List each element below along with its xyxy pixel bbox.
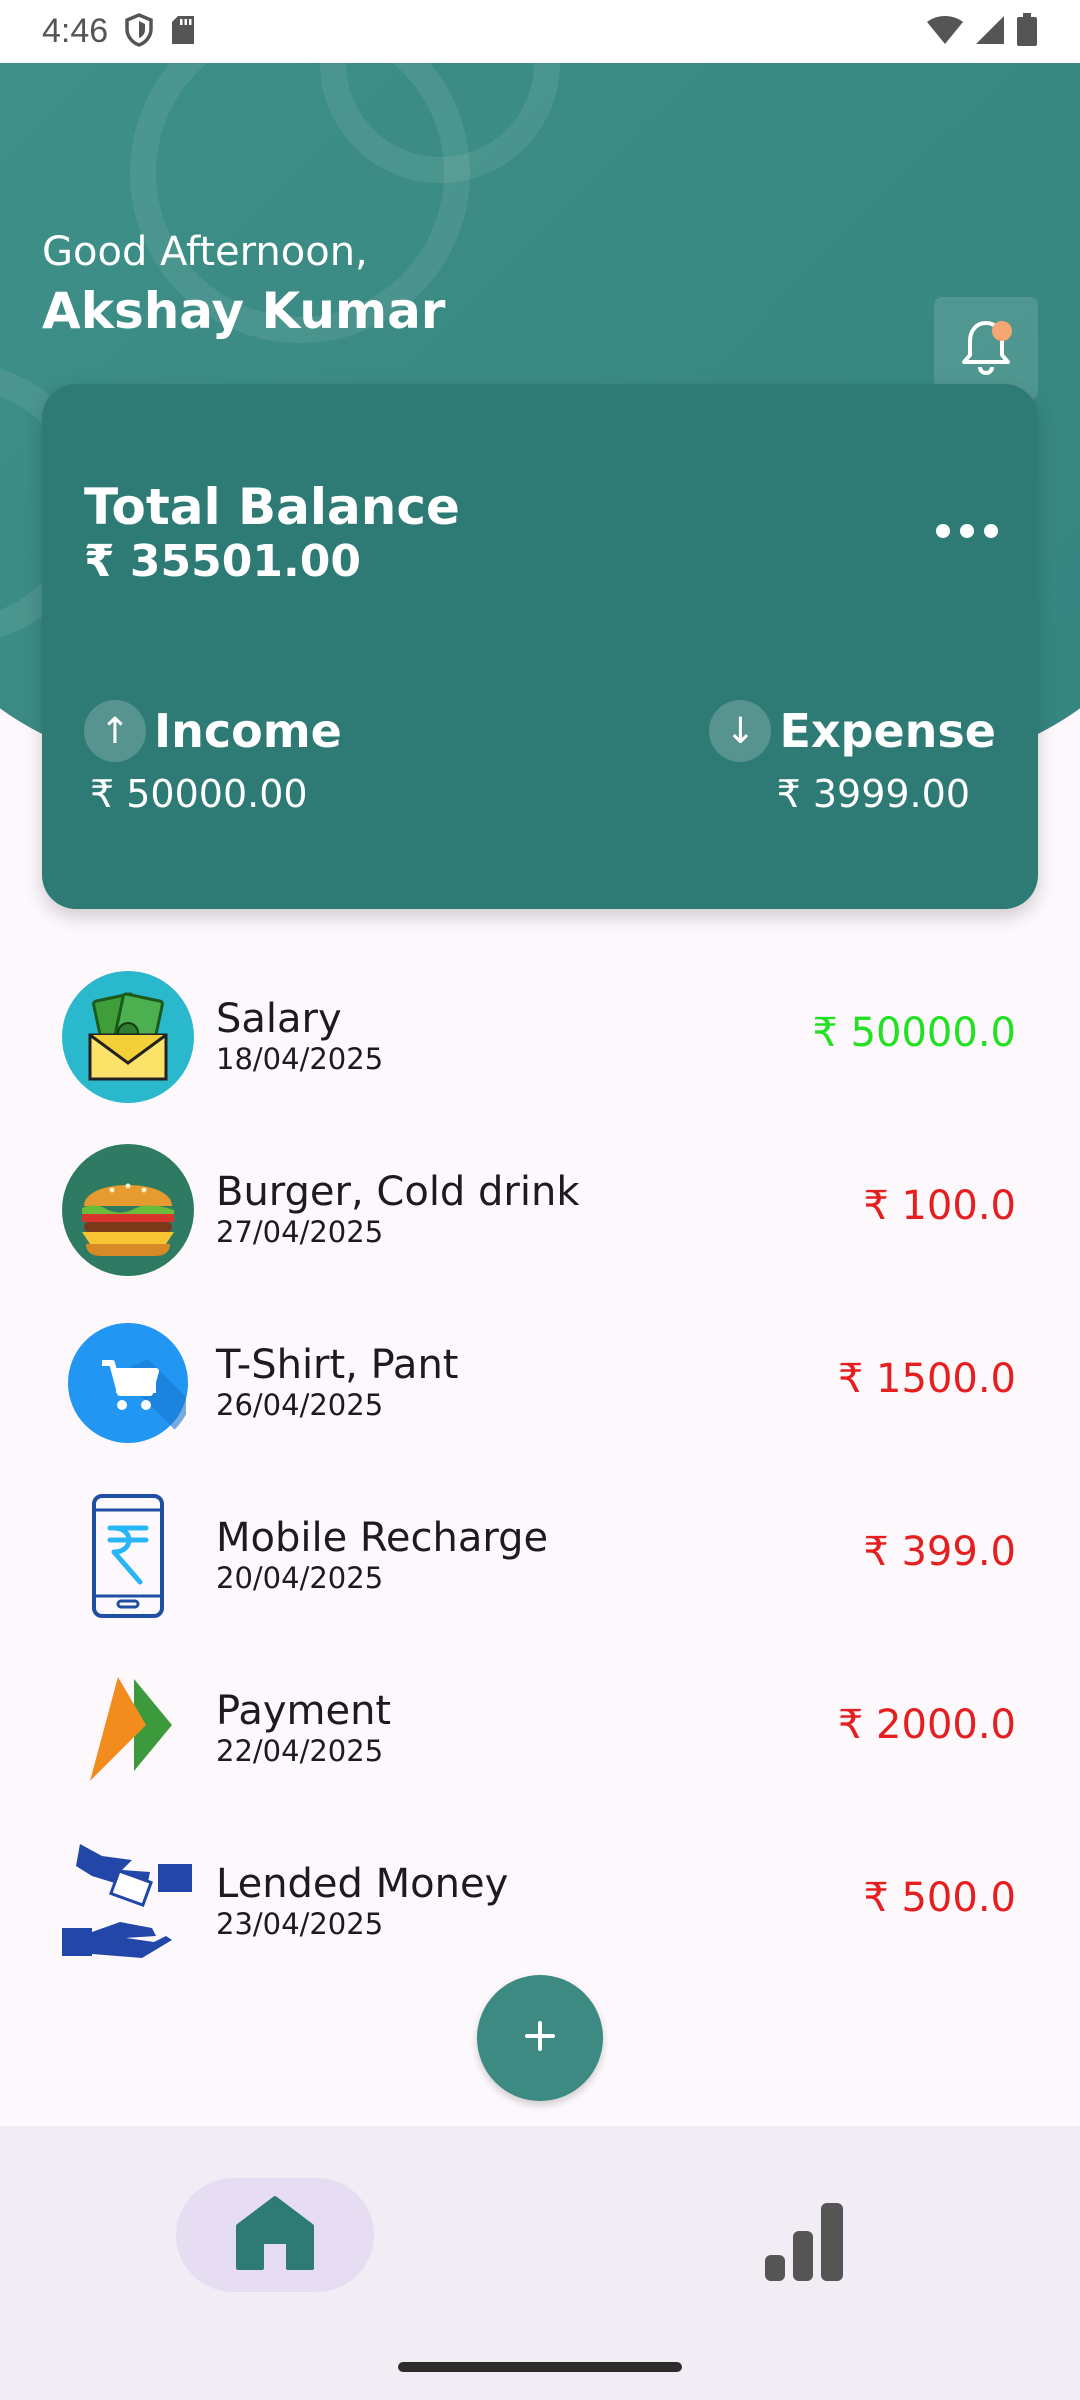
expense-label: Expense — [779, 704, 996, 758]
expense-summary: ↓ Expense ₹ 3999.00 — [709, 700, 996, 816]
arrow-down-icon: ↓ — [709, 700, 772, 762]
signal-icon — [974, 14, 1006, 50]
transaction-item[interactable]: Payment 22/04/2025 ₹ 2000.0 — [0, 1636, 1080, 1809]
greeting-text: Good Afternoon, — [42, 229, 368, 275]
more-dot — [984, 524, 998, 538]
mobile-rupee-icon — [62, 1490, 194, 1622]
total-balance-label: Total Balance — [84, 478, 460, 536]
transaction-item[interactable]: T-Shirt, Pant 26/04/2025 ₹ 1500.0 — [0, 1290, 1080, 1463]
bar-chart-icon — [763, 2201, 845, 2287]
transaction-title: Burger, Cold drink — [216, 1169, 580, 1215]
more-dot — [936, 524, 950, 538]
transaction-title: Salary — [216, 996, 342, 1042]
transaction-amount: ₹ 1500.0 — [837, 1356, 1016, 1402]
expense-header: ↓ Expense — [709, 700, 996, 762]
shopping-cart-icon — [62, 1317, 194, 1449]
gesture-navigation-bar[interactable] — [398, 2362, 682, 2372]
more-dot — [960, 524, 974, 538]
transaction-item[interactable]: Lended Money 23/04/2025 ₹ 500.0 — [0, 1809, 1080, 1982]
transaction-amount: ₹ 500.0 — [863, 1875, 1016, 1921]
status-left: 4:46 — [42, 12, 196, 51]
burger-icon — [62, 1144, 194, 1276]
transaction-amount: ₹ 399.0 — [863, 1529, 1016, 1575]
arrow-up-icon: ↑ — [84, 700, 146, 762]
transaction-amount: ₹ 100.0 — [863, 1183, 1016, 1229]
upi-payment-icon — [62, 1663, 194, 1795]
income-header: ↑ Income — [84, 700, 342, 762]
more-options-button[interactable] — [936, 524, 998, 538]
transaction-date: 27/04/2025 — [216, 1215, 384, 1249]
user-name: Akshay Kumar — [42, 282, 446, 340]
battery-icon — [1016, 12, 1038, 51]
transaction-date: 18/04/2025 — [216, 1042, 384, 1076]
salary-envelope-icon — [62, 971, 194, 1103]
add-transaction-button[interactable] — [477, 1975, 603, 2101]
wifi-icon — [926, 14, 964, 50]
income-amount: ₹ 50000.00 — [90, 772, 308, 816]
home-icon — [234, 2194, 316, 2276]
income-summary: ↑ Income ₹ 50000.00 — [84, 700, 342, 816]
total-balance-amount: ₹ 35501.00 — [84, 536, 361, 587]
balance-card: Total Balance ₹ 35501.00 ↑ Income ₹ 5000… — [42, 384, 1038, 909]
hands-money-icon — [62, 1836, 194, 1968]
transaction-title: T-Shirt, Pant — [216, 1342, 459, 1388]
status-right — [926, 12, 1038, 51]
bottom-navigation — [0, 2126, 1080, 2400]
transaction-item[interactable]: Salary 18/04/2025 ₹ 50000.0 — [0, 944, 1080, 1117]
status-time: 4:46 — [42, 12, 109, 50]
transaction-amount: ₹ 50000.0 — [812, 1010, 1016, 1056]
transaction-item[interactable]: Mobile Recharge 20/04/2025 ₹ 399.0 — [0, 1463, 1080, 1636]
transaction-amount: ₹ 2000.0 — [837, 1702, 1016, 1748]
notification-dot — [992, 321, 1012, 341]
status-bar: 4:46 — [0, 0, 1080, 63]
nav-home[interactable] — [176, 2178, 374, 2292]
expense-amount: ₹ 3999.00 — [776, 772, 970, 816]
transaction-item[interactable]: Burger, Cold drink 27/04/2025 ₹ 100.0 — [0, 1117, 1080, 1290]
transaction-title: Lended Money — [216, 1861, 509, 1907]
transaction-title: Payment — [216, 1688, 392, 1734]
transaction-date: 22/04/2025 — [216, 1734, 384, 1768]
sd-card-icon — [170, 14, 196, 50]
transaction-date: 23/04/2025 — [216, 1907, 384, 1941]
income-label: Income — [154, 704, 342, 758]
transaction-date: 26/04/2025 — [216, 1388, 384, 1422]
transaction-date: 20/04/2025 — [216, 1561, 384, 1595]
plus-icon — [523, 2019, 557, 2057]
nav-statistics[interactable] — [756, 2196, 852, 2292]
transaction-title: Mobile Recharge — [216, 1515, 549, 1561]
shield-icon — [124, 12, 154, 51]
